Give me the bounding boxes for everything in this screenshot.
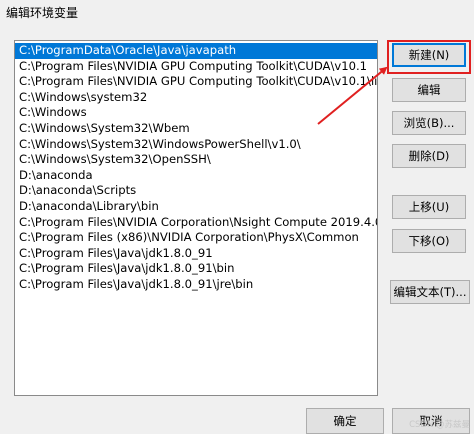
- delete-button[interactable]: 删除(D): [392, 144, 466, 168]
- path-list-item[interactable]: C:\Program Files\Java\jdk1.8.0_91\bin: [15, 261, 377, 277]
- path-list-items: C:\ProgramData\Oracle\Java\javapath C:\Pr…: [15, 41, 377, 293]
- path-list-item[interactable]: D:\anaconda: [15, 168, 377, 184]
- dialog-title: 编辑环境变量: [6, 6, 79, 20]
- move-down-button[interactable]: 下移(O): [392, 229, 466, 253]
- path-list[interactable]: C:\ProgramData\Oracle\Java\javapath C:\Pr…: [14, 40, 378, 396]
- path-list-item[interactable]: C:\Program Files\NVIDIA GPU Computing To…: [15, 59, 377, 75]
- path-list-item[interactable]: C:\Program Files\NVIDIA GPU Computing To…: [15, 74, 377, 90]
- edit-button[interactable]: 编辑: [392, 78, 466, 102]
- ok-button[interactable]: 确定: [306, 408, 384, 434]
- path-list-item[interactable]: C:\ProgramData\Oracle\Java\javapath: [15, 43, 377, 59]
- path-list-item[interactable]: C:\Windows\system32: [15, 90, 377, 106]
- move-up-button[interactable]: 上移(U): [392, 195, 466, 219]
- watermark: CSDN @苏兹曼: [409, 420, 470, 430]
- path-list-item[interactable]: C:\Windows\System32\OpenSSH\: [15, 152, 377, 168]
- annotation-highlight-box: [387, 40, 471, 74]
- path-list-item[interactable]: C:\Program Files\Java\jdk1.8.0_91: [15, 246, 377, 262]
- path-list-item[interactable]: C:\Program Files\NVIDIA Corporation\Nsig…: [15, 215, 377, 231]
- path-list-item[interactable]: C:\Windows: [15, 105, 377, 121]
- path-list-item[interactable]: C:\Program Files\Java\jdk1.8.0_91\jre\bi…: [15, 277, 377, 293]
- path-list-item[interactable]: D:\anaconda\Scripts: [15, 183, 377, 199]
- path-list-item[interactable]: C:\Program Files (x86)\NVIDIA Corporatio…: [15, 230, 377, 246]
- path-list-item[interactable]: D:\anaconda\Library\bin: [15, 199, 377, 215]
- edit-text-button[interactable]: 编辑文本(T)...: [390, 280, 470, 304]
- browse-button[interactable]: 浏览(B)...: [392, 111, 466, 135]
- path-list-item[interactable]: C:\Windows\System32\Wbem: [15, 121, 377, 137]
- path-list-item[interactable]: C:\Windows\System32\WindowsPowerShell\v1…: [15, 137, 377, 153]
